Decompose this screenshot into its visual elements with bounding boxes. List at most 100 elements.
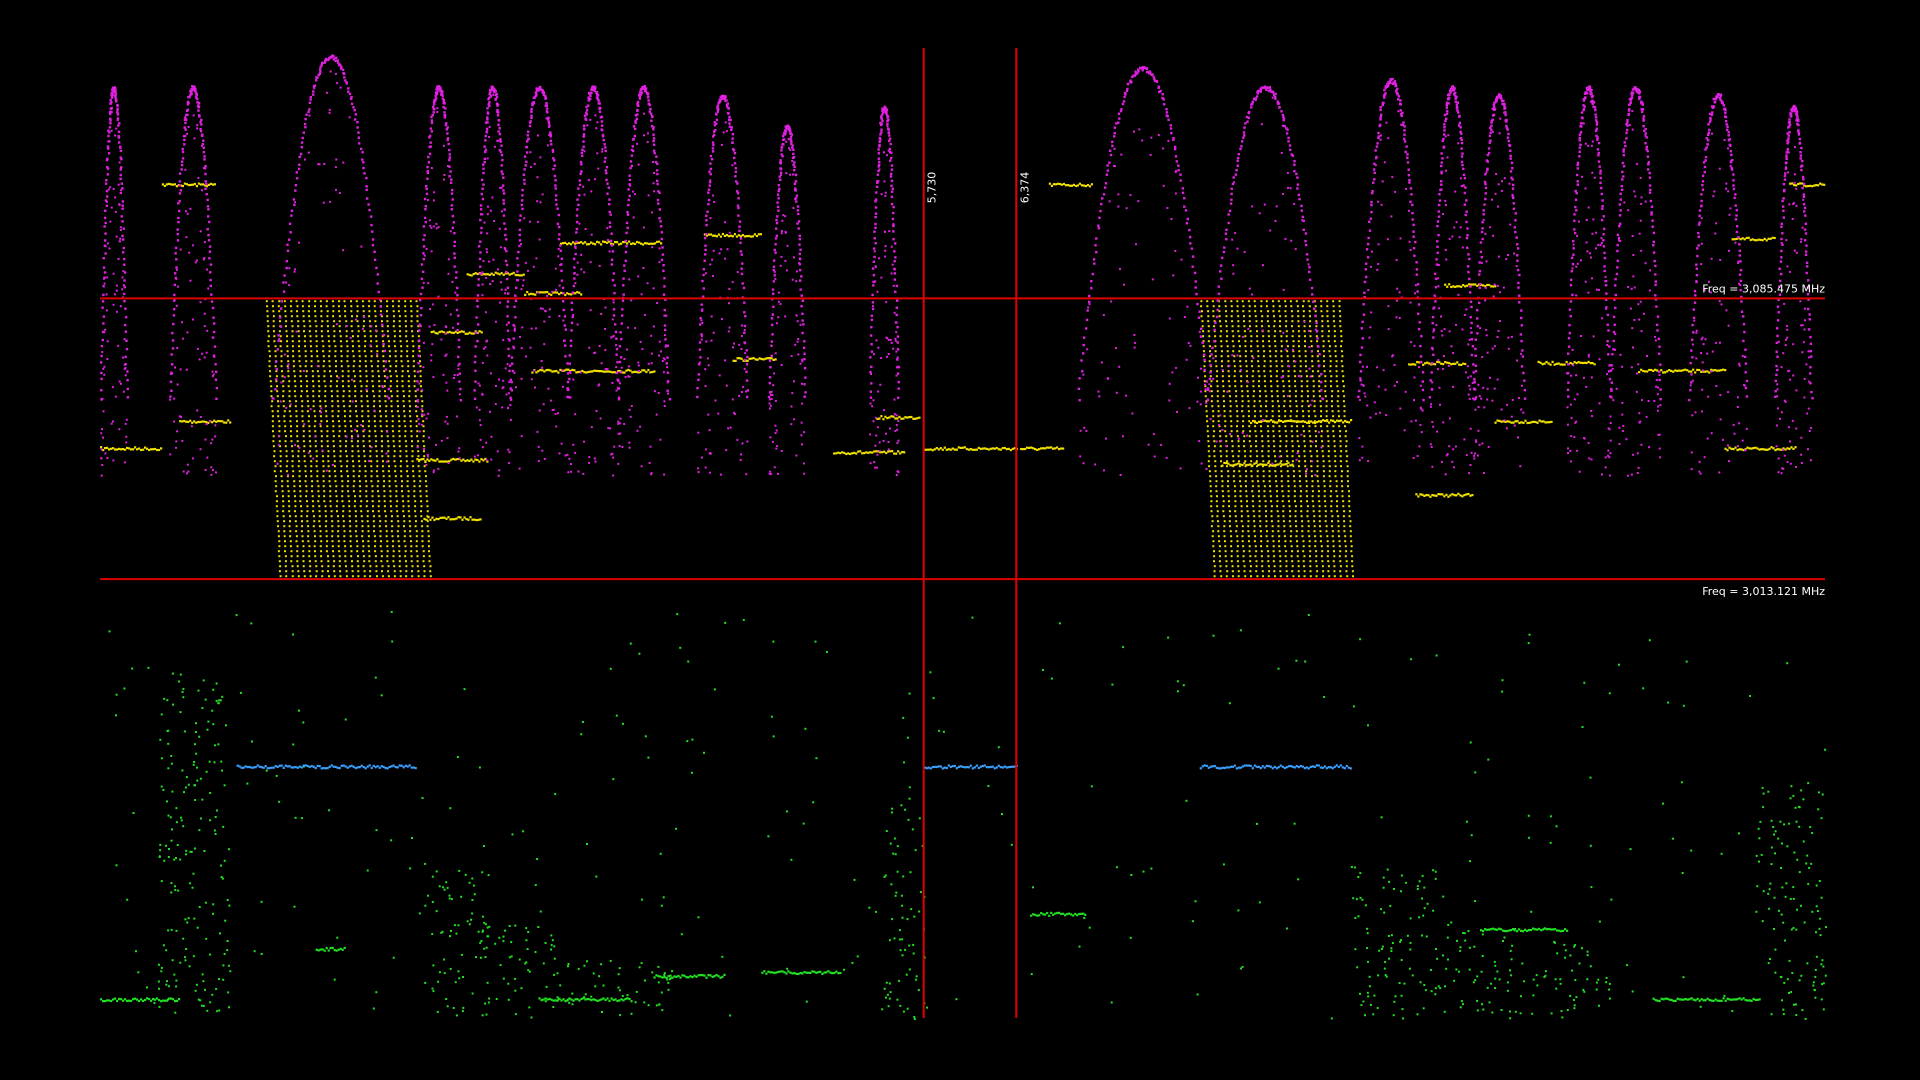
yellow-segment-point <box>859 450 862 453</box>
yellow-block-point <box>1345 450 1348 453</box>
yellow-block-point <box>1321 440 1324 443</box>
yellow-block-point <box>1311 370 1314 373</box>
yellow-block-point <box>343 420 346 423</box>
yellow-segment-point <box>721 232 724 236</box>
yellow-block-point <box>1310 470 1313 473</box>
magenta-arc-point <box>212 316 215 319</box>
yellow-block-point <box>278 555 281 558</box>
magenta-arc-point <box>208 257 211 260</box>
yellow-segment-point <box>449 518 452 521</box>
yellow-segment-point <box>1676 369 1679 372</box>
yellow-block-point <box>401 490 403 493</box>
yellow-block-point <box>278 425 281 428</box>
yellow-segment-point <box>445 517 448 520</box>
magenta-scatter-point <box>502 386 505 389</box>
magenta-arc-point <box>473 361 477 364</box>
yellow-segment-point <box>1456 361 1459 364</box>
yellow-segment-point <box>432 459 435 462</box>
yellow-block-point <box>1224 430 1227 433</box>
yellow-block-point <box>1277 300 1280 303</box>
magenta-scatter-point <box>385 452 388 455</box>
magenta-scatter-point <box>320 411 323 414</box>
yellow-block-point <box>1345 460 1348 463</box>
yellow-block-point <box>1320 300 1323 303</box>
yellow-block-point <box>277 305 280 308</box>
yellow-block-point <box>370 360 373 363</box>
yellow-block-point <box>406 355 409 358</box>
yellow-block-point <box>311 500 314 503</box>
yellow-block-point <box>362 420 364 423</box>
yellow-block-point <box>1286 575 1289 578</box>
yellow-block-point <box>1341 485 1344 488</box>
yellow-segment-point <box>1064 184 1067 187</box>
yellow-block-point <box>1303 435 1306 438</box>
yellow-block-point <box>284 540 286 543</box>
yellow-segment-point <box>520 274 523 277</box>
yellow-block-point <box>325 530 328 533</box>
magenta-arc-point <box>309 95 312 99</box>
yellow-segment-point <box>556 291 559 294</box>
yellow-block-point <box>358 350 361 353</box>
yellow-block-point <box>1286 345 1289 348</box>
magenta-arc-point <box>458 372 461 375</box>
yellow-block-point <box>368 430 371 433</box>
yellow-block-point <box>385 535 388 538</box>
yellow-block-point <box>357 330 360 333</box>
yellow-block-point <box>375 450 378 453</box>
yellow-block-point <box>1343 520 1346 523</box>
yellow-block-point <box>428 545 430 548</box>
magenta-scatter-point <box>356 434 359 437</box>
yellow-segment-point <box>1410 363 1413 366</box>
magenta-scatter-point <box>338 192 341 194</box>
magenta-arc-point <box>486 111 490 114</box>
yellow-block-point <box>338 310 341 313</box>
yellow-block-point <box>1276 500 1279 503</box>
yellow-block-point <box>1208 455 1211 458</box>
magenta-arc-point <box>357 131 360 134</box>
yellow-block-point <box>312 400 315 403</box>
yellow-block-point <box>1322 575 1324 578</box>
yellow-segment-point <box>1288 419 1291 422</box>
magenta-scatter-point <box>102 436 104 439</box>
yellow-segment-point <box>1282 420 1285 423</box>
yellow-block-point <box>384 510 387 513</box>
yellow-block-point <box>372 385 375 388</box>
yellow-block-point <box>1216 395 1219 398</box>
yellow-block-point <box>1306 510 1309 513</box>
yellow-segment-point <box>835 452 838 455</box>
yellow-block-point <box>409 415 412 418</box>
yellow-block-point <box>1218 305 1221 308</box>
yellow-block-point <box>414 395 417 398</box>
yellow-segment-point <box>1036 448 1039 451</box>
yellow-block-point <box>1337 525 1340 528</box>
magenta-arc-point <box>297 167 301 171</box>
yellow-block-point <box>1248 310 1251 313</box>
yellow-block-point <box>1253 525 1256 528</box>
yellow-block-point <box>306 390 308 393</box>
yellow-block-point <box>276 520 279 523</box>
yellow-block-point <box>426 525 429 528</box>
magenta-arc-point <box>557 237 561 241</box>
yellow-block-point <box>275 500 278 503</box>
yellow-block-point <box>1342 505 1345 508</box>
yellow-block-point <box>1344 545 1347 548</box>
yellow-segment-point <box>951 447 954 450</box>
yellow-block-point <box>300 380 303 383</box>
yellow-segment-point <box>568 293 571 296</box>
yellow-block-point <box>306 505 309 508</box>
magenta-arc-point <box>107 147 110 150</box>
magenta-arc-point <box>521 194 524 197</box>
yellow-block-point <box>359 505 362 508</box>
yellow-block-point <box>1276 395 1279 398</box>
yellow-block-point <box>289 430 292 433</box>
yellow-segment-point <box>1090 183 1093 186</box>
yellow-block-point <box>410 540 412 543</box>
magenta-scatter-point <box>103 277 105 280</box>
yellow-segment-point <box>1458 363 1461 366</box>
yellow-block-point <box>1326 535 1329 538</box>
yellow-block-point <box>1248 420 1251 423</box>
magenta-scatter-point <box>288 267 291 270</box>
yellow-block-point <box>1241 540 1244 543</box>
magenta-scatter-point <box>211 469 214 472</box>
yellow-segment-point <box>1038 448 1041 451</box>
